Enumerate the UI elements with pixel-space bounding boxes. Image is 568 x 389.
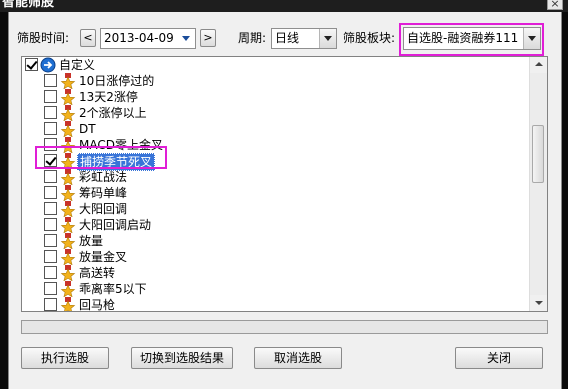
tree-item[interactable]: 2个涨停以上 bbox=[22, 105, 530, 122]
execute-selection-button[interactable]: 执行选股 bbox=[21, 347, 109, 369]
item-checkbox[interactable] bbox=[44, 122, 57, 135]
item-checkbox[interactable] bbox=[44, 250, 57, 263]
gold-star-icon bbox=[60, 89, 76, 106]
close-button[interactable]: 关闭 bbox=[455, 347, 543, 369]
tree-item[interactable]: 回马枪 bbox=[22, 297, 530, 312]
tree-item-label: 13天2涨停 bbox=[79, 90, 138, 104]
prev-date-button[interactable]: < bbox=[80, 29, 96, 47]
date-label: 筛股时间: bbox=[17, 31, 70, 45]
date-value: 2013-04-09 bbox=[104, 31, 174, 45]
gold-star-icon bbox=[60, 297, 76, 311]
tree-item[interactable]: DT bbox=[22, 121, 530, 138]
gold-star-icon bbox=[60, 265, 76, 282]
tree-item-label: 大阳回调启动 bbox=[79, 218, 152, 232]
tree-item-label: 10日涨停过的 bbox=[79, 74, 155, 88]
date-dropdown-arrow-icon[interactable] bbox=[178, 29, 195, 48]
formula-tree: 自定义 10日涨停过的 13天2涨停 2个涨停以上 DT MACD零上金叉 捕捞季节死叉彩… bbox=[21, 56, 548, 312]
tree-root-label: 自定义 bbox=[59, 58, 96, 72]
period-value: 日线 bbox=[275, 31, 300, 45]
tree-root[interactable]: 自定义 bbox=[22, 57, 530, 73]
tree-item-label: 大阳回调 bbox=[79, 202, 128, 216]
item-checkbox[interactable] bbox=[44, 266, 57, 279]
gold-star-icon bbox=[60, 185, 76, 202]
scroll-up-icon[interactable] bbox=[530, 57, 547, 73]
tree-item[interactable]: 乖离率5以下 bbox=[22, 281, 530, 298]
item-checkbox[interactable] bbox=[44, 234, 57, 247]
tree-item-label: DT bbox=[79, 122, 96, 136]
tree-item[interactable]: 大阳回调 bbox=[22, 201, 530, 218]
next-date-button[interactable]: > bbox=[200, 29, 216, 47]
scroll-down-icon[interactable] bbox=[530, 295, 547, 311]
gold-star-icon bbox=[60, 169, 76, 186]
item-checkbox[interactable] bbox=[44, 74, 57, 87]
gold-star-icon bbox=[60, 217, 76, 234]
tree-item-label: 放量 bbox=[79, 234, 104, 248]
selected-item-highlight-box bbox=[35, 146, 167, 169]
item-checkbox[interactable] bbox=[44, 106, 57, 119]
period-label: 周期: bbox=[238, 31, 267, 45]
tree-item-label: 高送转 bbox=[79, 266, 116, 280]
tree-item[interactable]: 筹码单峰 bbox=[22, 185, 530, 202]
switch-to-results-button[interactable]: 切换到选股结果 bbox=[131, 347, 233, 369]
title-bar: 智能筛股 × bbox=[0, 0, 568, 12]
blue-circle-arrow-icon bbox=[40, 57, 56, 73]
period-select[interactable]: 日线 bbox=[271, 28, 337, 49]
gold-star-icon bbox=[60, 249, 76, 266]
tree-item[interactable]: 10日涨停过的 bbox=[22, 73, 530, 90]
tree-item-label: 筹码单峰 bbox=[79, 186, 128, 200]
scroll-thumb[interactable] bbox=[532, 125, 544, 183]
tree-item-label: 放量金叉 bbox=[79, 250, 128, 264]
root-checkbox[interactable] bbox=[25, 58, 38, 71]
progress-bar bbox=[21, 320, 548, 334]
tree-item[interactable]: 彩虹战法 bbox=[22, 169, 530, 186]
gold-star-icon bbox=[60, 281, 76, 298]
tree-item[interactable]: 放量 bbox=[22, 233, 530, 250]
tree-item-label: 回马枪 bbox=[79, 298, 116, 312]
item-checkbox[interactable] bbox=[44, 298, 57, 311]
gold-star-icon bbox=[60, 201, 76, 218]
item-checkbox[interactable] bbox=[44, 282, 57, 295]
item-checkbox[interactable] bbox=[44, 218, 57, 231]
window-title: 智能筛股 bbox=[2, 0, 55, 10]
tree-item-label: 彩虹战法 bbox=[79, 170, 128, 184]
cancel-selection-button[interactable]: 取消选股 bbox=[254, 347, 342, 369]
item-checkbox[interactable] bbox=[44, 170, 57, 183]
item-checkbox[interactable] bbox=[44, 202, 57, 215]
date-picker[interactable]: 2013-04-09 bbox=[100, 28, 196, 49]
gold-star-icon bbox=[60, 233, 76, 250]
item-checkbox[interactable] bbox=[44, 90, 57, 103]
tree-item-label: 2个涨停以上 bbox=[79, 106, 147, 120]
tree-item-label: 乖离率5以下 bbox=[79, 282, 147, 296]
sector-label: 筛股板块: bbox=[343, 31, 396, 45]
period-dropdown-arrow-icon[interactable] bbox=[319, 29, 336, 48]
gold-star-icon bbox=[60, 73, 76, 90]
sector-highlight-box bbox=[399, 23, 544, 56]
tree-item[interactable]: 放量金叉 bbox=[22, 249, 530, 266]
gold-star-icon bbox=[60, 105, 76, 122]
tree-item[interactable]: 高送转 bbox=[22, 265, 530, 282]
tree-item[interactable]: 大阳回调启动 bbox=[22, 217, 530, 234]
item-checkbox[interactable] bbox=[44, 186, 57, 199]
smart-screening-dialog: 筛股时间: < 2013-04-09 > 周期: 日线 筛股板块: 自选股-融资… bbox=[8, 12, 562, 389]
tree-item[interactable]: 13天2涨停 bbox=[22, 89, 530, 106]
window-close-button[interactable]: × bbox=[547, 0, 563, 10]
tree-scrollbar[interactable] bbox=[529, 57, 547, 311]
gold-star-icon bbox=[60, 121, 76, 138]
